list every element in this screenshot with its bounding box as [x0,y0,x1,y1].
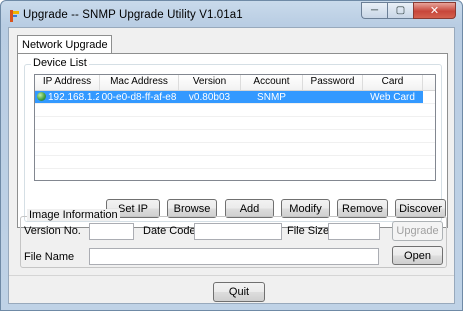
window-title: Upgrade -- SNMP Upgrade Utility V1.01a1 [23,9,243,21]
version-field[interactable] [89,223,134,240]
column-card[interactable]: Card [363,75,423,90]
column-version[interactable]: Version [179,75,241,90]
app-window: Upgrade -- SNMP Upgrade Utility V1.01a1 … [0,0,463,311]
upgrade-button[interactable]: Upgrade [392,221,443,241]
minimize-button[interactable]: ─ [361,2,387,19]
file-name-label: File Name [24,251,75,263]
image-info-label: Image Information [27,209,120,221]
column-mac-address[interactable]: Mac Address [100,75,179,90]
client-area: Network Upgrade Device List IP Address M… [8,27,455,304]
divider [9,275,454,276]
maximize-button[interactable]: ▢ [387,2,413,19]
grid-line [35,103,435,104]
version-label: Version No. [24,225,81,237]
file-size-field[interactable] [328,223,380,240]
date-code-field[interactable] [194,223,282,240]
date-code-label: Date Code [143,225,196,237]
column-ip-address[interactable]: IP Address [35,75,100,90]
grid-line [35,142,435,143]
grid-line [35,155,435,156]
list-header: IP Address Mac Address Version Account P… [35,75,435,91]
grid-line [35,168,435,169]
tab-network-upgrade[interactable]: Network Upgrade [17,35,112,54]
close-button[interactable]: ✕ [413,2,456,19]
tab-panel: Device List IP Address Mac Address Versi… [17,53,448,228]
quit-button[interactable]: Quit [213,282,265,302]
open-button[interactable]: Open [392,246,443,265]
title-bar[interactable]: Upgrade -- SNMP Upgrade Utility V1.01a1 … [1,1,462,27]
device-list-label: Device List [31,57,89,69]
device-list-view[interactable]: IP Address Mac Address Version Account P… [34,74,436,181]
file-size-label: File Size [287,225,330,237]
column-account[interactable]: Account [241,75,303,90]
grid-line [35,129,435,130]
column-password[interactable]: Password [303,75,363,90]
file-name-field[interactable] [89,248,379,265]
app-icon [10,10,19,22]
list-grid [35,90,435,180]
grid-line [35,116,435,117]
